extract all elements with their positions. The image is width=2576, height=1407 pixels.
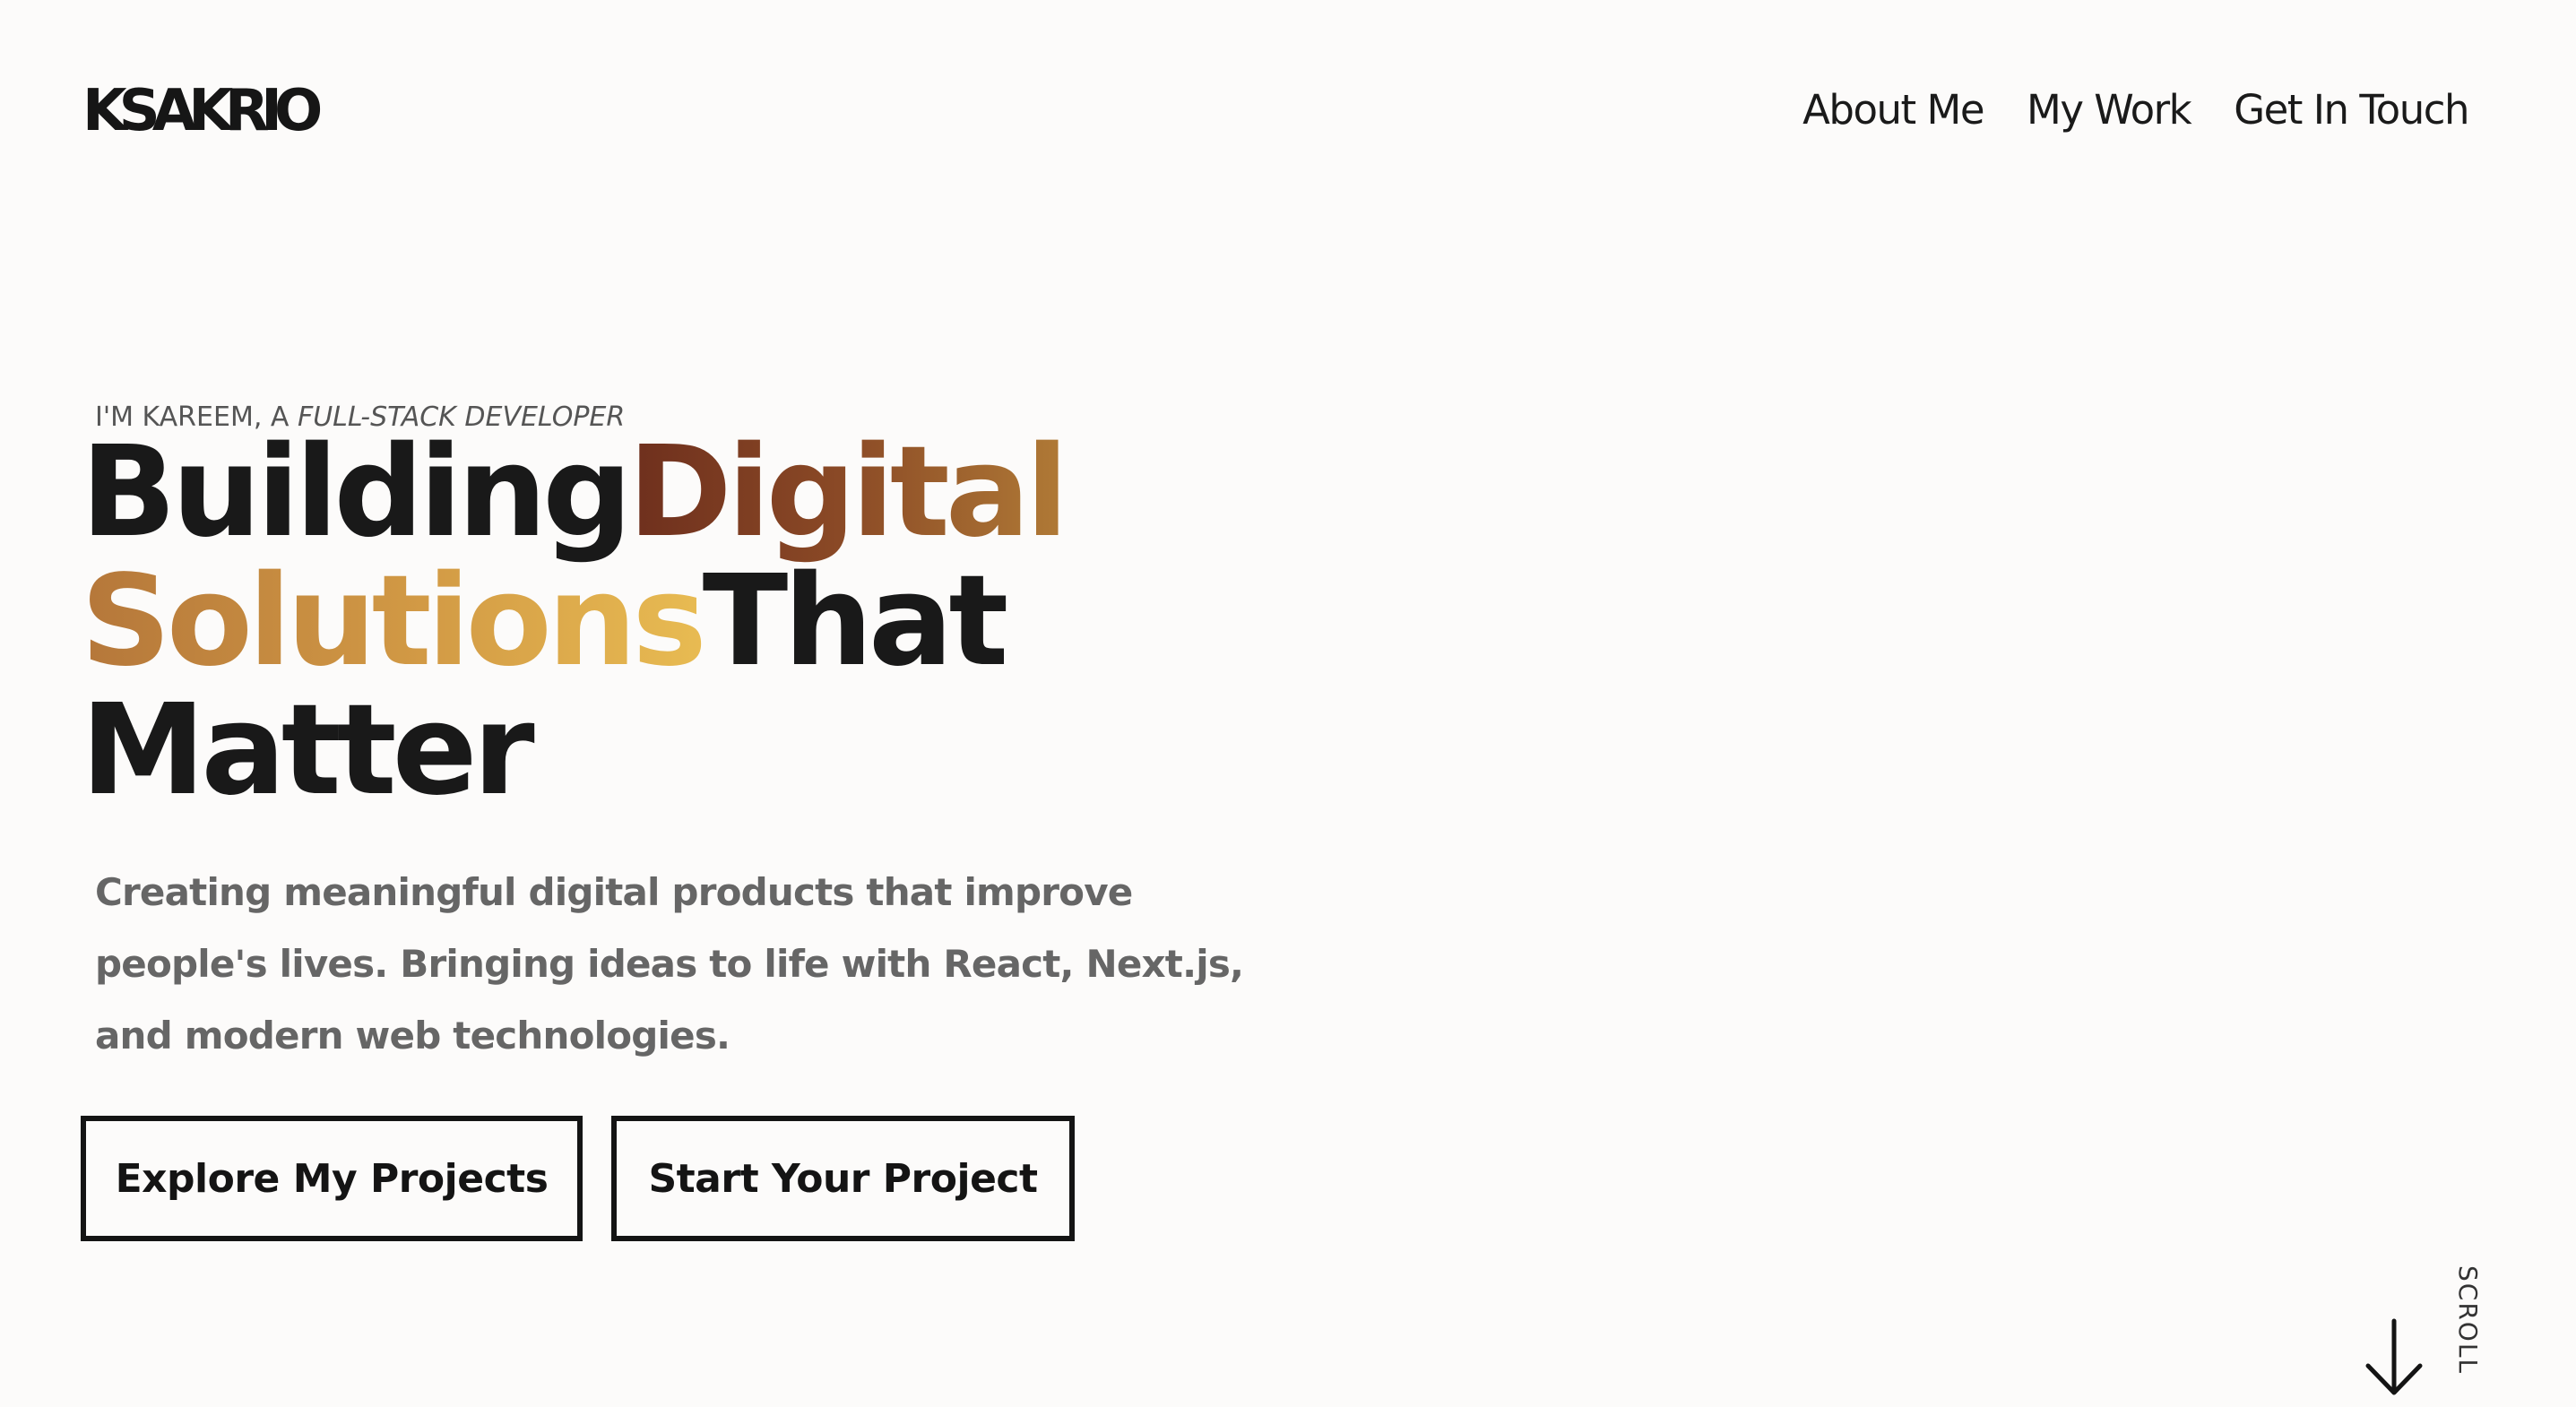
- headline-word-matter: Matter: [81, 678, 535, 824]
- headline-line-1: BuildingDigital: [81, 428, 1068, 557]
- headline-line-2: SolutionsThat: [81, 557, 1064, 686]
- main-nav: About Me My Work Get In Touch: [1802, 79, 2469, 142]
- explore-projects-button[interactable]: Explore My Projects: [81, 1116, 583, 1241]
- start-project-button[interactable]: Start Your Project: [611, 1116, 1075, 1241]
- scroll-label: SCROLL: [2453, 1265, 2483, 1376]
- description-line: Creating meaningful digital products tha…: [95, 870, 1133, 914]
- headline-line-3: Matter: [81, 686, 1064, 816]
- hero-headline: BuildingDigital SolutionsThat Matter: [81, 428, 1068, 816]
- nav-link-work[interactable]: My Work: [2027, 79, 2192, 142]
- headline-word-building: Building: [81, 419, 632, 565]
- headline-word-that: That: [702, 548, 1009, 695]
- hero-description: Creating meaningful digital products tha…: [95, 857, 1260, 1072]
- arrow-down-icon[interactable]: [2363, 1317, 2425, 1398]
- nav-link-about[interactable]: About Me: [1802, 79, 1984, 142]
- description-line: people's lives. Bringing ideas to life w…: [95, 942, 1244, 986]
- description-line: and modern web technologies.: [95, 1014, 730, 1057]
- headline-word-digital: Digital: [627, 419, 1068, 565]
- logo[interactable]: KSAKRIO: [82, 75, 323, 147]
- headline-word-solutions: Solutions: [81, 548, 707, 695]
- nav-link-contact[interactable]: Get In Touch: [2234, 79, 2469, 142]
